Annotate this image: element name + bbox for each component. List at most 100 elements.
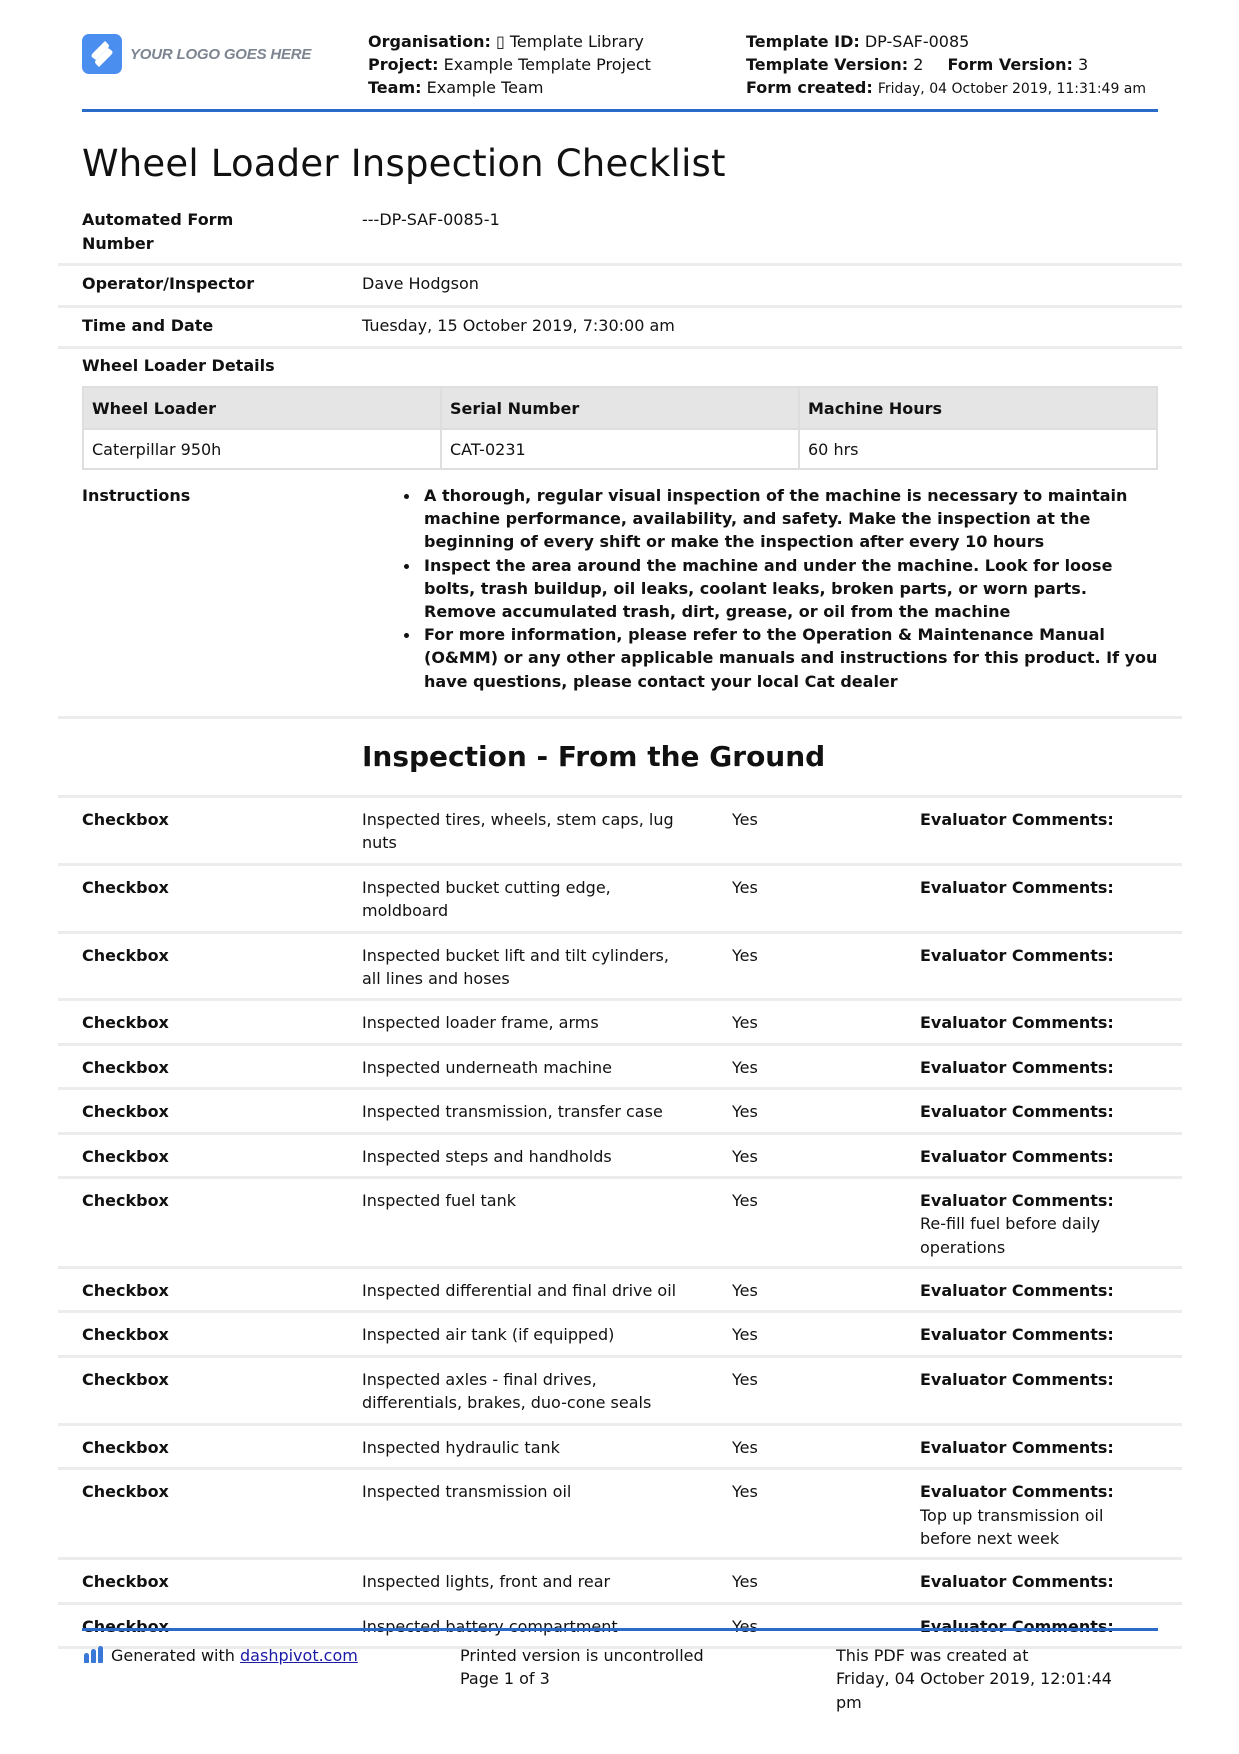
field-row-time-date: Time and Date Tuesday, 15 October 2019, …: [58, 308, 1182, 349]
checkbox-label[interactable]: Checkbox: [82, 944, 169, 967]
comments-label: Evaluator Comments:: [920, 877, 1114, 897]
comments-label: Evaluator Comments:: [920, 1057, 1114, 1077]
inspection-answer: Yes: [732, 877, 758, 897]
evaluator-comments: Evaluator Comments: Top up transmission o…: [920, 1480, 1140, 1550]
checkbox-label[interactable]: Checkbox: [82, 1570, 169, 1593]
comments-label: Evaluator Comments:: [920, 1616, 1114, 1636]
field-label: Time and Date: [82, 316, 214, 335]
comments-label: Evaluator Comments:: [920, 945, 1114, 965]
form-version-label: Form Version:: [947, 55, 1073, 74]
page-header: YOUR LOGO GOES HERE Organisation: ▯ Temp…: [82, 30, 1162, 112]
form-created-value: Friday, 04 October 2019, 11:31:49 am: [877, 81, 1147, 97]
inspection-row: Checkbox Inspected axles - final drives, …: [58, 1358, 1182, 1426]
pdf-created-value: Friday, 04 October 2019, 12:01:44 pm: [836, 1669, 1112, 1712]
checkbox-label[interactable]: Checkbox: [82, 1279, 169, 1302]
field-label: Operator/Inspector: [82, 274, 255, 293]
inspection-items-list: Checkbox Inspected tires, wheels, stem ca…: [58, 798, 1182, 1649]
inspection-answer: Yes: [732, 1572, 758, 1592]
evaluator-comments: Evaluator Comments:: [920, 1436, 1140, 1459]
column-header: Wheel Loader: [82, 386, 442, 430]
inspection-answer: Yes: [732, 945, 758, 965]
inspection-row: Checkbox Inspected tires, wheels, stem ca…: [58, 798, 1182, 866]
template-id-label: Template ID:: [746, 32, 860, 51]
comments-label: Evaluator Comments:: [920, 810, 1114, 829]
evaluator-comments: Evaluator Comments:: [920, 808, 1140, 831]
checkbox-label[interactable]: Checkbox: [82, 1368, 169, 1391]
evaluator-comments: Evaluator Comments:: [920, 1145, 1140, 1168]
checkbox-label[interactable]: Checkbox: [82, 1480, 169, 1503]
inspection-answer: Yes: [732, 1102, 758, 1122]
footer-page-info: Printed version is uncontrolled Page 1 o…: [460, 1644, 704, 1691]
inspection-description: Inspected differential and final drive o…: [362, 1281, 677, 1301]
evaluator-comments: Evaluator Comments:: [920, 1011, 1140, 1034]
generated-prefix: Generated with: [111, 1646, 235, 1665]
evaluator-comments: Evaluator Comments:: [920, 1323, 1140, 1346]
comment-text: Re-fill fuel before daily operations: [920, 1214, 1101, 1257]
instruction-item: Inspect the area around the machine and …: [404, 554, 1164, 624]
inspection-answer: Yes: [732, 1191, 758, 1211]
inspection-row: Checkbox Inspected bucket lift and tilt c…: [58, 934, 1182, 1002]
inspection-answer: Yes: [732, 1369, 758, 1389]
project-label: Project:: [368, 55, 439, 74]
checkbox-label[interactable]: Checkbox: [82, 808, 169, 831]
table-cell: Caterpillar 950h: [82, 428, 442, 470]
checkbox-label[interactable]: Checkbox: [82, 1436, 169, 1459]
inspection-description: Inspected transmission, transfer case: [362, 1102, 663, 1122]
inspection-description: Inspected bucket lift and tilt cylinders…: [362, 945, 669, 989]
divider: [58, 716, 1182, 719]
template-version-label: Template Version:: [746, 55, 909, 74]
page-title: Wheel Loader Inspection Checklist: [82, 142, 726, 185]
checkbox-label[interactable]: Checkbox: [82, 1323, 169, 1346]
inspection-row: Checkbox Inspected loader frame, arms Yes E…: [58, 1001, 1182, 1046]
team-label: Team:: [368, 78, 422, 97]
logo-text: YOUR LOGO GOES HERE: [130, 45, 312, 63]
comments-label: Evaluator Comments:: [920, 1191, 1114, 1211]
comment-text: Top up transmission oil before next week: [920, 1505, 1104, 1548]
header-divider: [82, 109, 1158, 112]
inspection-description: Inspected bucket cutting edge, moldboard: [362, 877, 611, 921]
checkbox-label[interactable]: Checkbox: [82, 1145, 169, 1168]
page-number: Page 1 of 3: [460, 1669, 550, 1689]
inspection-description: Inspected loader frame, arms: [362, 1013, 599, 1033]
instructions-list: A thorough, regular visual inspection of…: [404, 484, 1164, 693]
team-value: Example Team: [426, 78, 544, 97]
comments-label: Evaluator Comments:: [920, 1437, 1114, 1457]
inspection-row: Checkbox Inspected transmission oil Yes Eva…: [58, 1470, 1182, 1561]
inspection-description: Inspected lights, front and rear: [362, 1572, 611, 1592]
field-label: Automated Form Number: [82, 210, 234, 253]
comments-label: Evaluator Comments:: [920, 1572, 1114, 1592]
inspection-row: Checkbox Inspected battery compartment Yes…: [58, 1605, 1182, 1649]
footer-created: This PDF was created at Friday, 04 Octob…: [836, 1644, 1136, 1714]
form-version-value: 3: [1077, 55, 1089, 74]
wheel-loader-details-table: Wheel Loader Serial Number Machine Hours…: [82, 386, 1158, 470]
inspection-answer: Yes: [732, 1616, 758, 1636]
checkbox-label[interactable]: Checkbox: [82, 1615, 169, 1638]
inspection-description: Inspected axles - final drives, differen…: [362, 1369, 652, 1413]
inspection-answer: Yes: [732, 1013, 758, 1033]
checkbox-label[interactable]: Checkbox: [82, 1056, 169, 1079]
header-template-info: Template ID: DP-SAF-0085 Template Versio…: [746, 30, 1146, 101]
dashpivot-bars-icon: [84, 1646, 103, 1663]
instruction-item: For more information, please refer to th…: [404, 623, 1164, 693]
checkbox-label[interactable]: Checkbox: [82, 1100, 169, 1123]
inspection-answer: Yes: [732, 1146, 758, 1166]
checkbox-label[interactable]: Checkbox: [82, 876, 169, 899]
inspection-answer: Yes: [732, 1482, 758, 1502]
evaluator-comments: Evaluator Comments:: [920, 1100, 1140, 1123]
comments-label: Evaluator Comments:: [920, 1281, 1114, 1301]
evaluator-comments: Evaluator Comments:: [920, 1279, 1140, 1302]
checkbox-label[interactable]: Checkbox: [82, 1011, 169, 1034]
inspection-row: Checkbox Inspected fuel tank Yes Evaluator …: [58, 1179, 1182, 1270]
instruction-item: A thorough, regular visual inspection of…: [404, 484, 1164, 554]
template-id-value: DP-SAF-0085: [864, 32, 970, 51]
evaluator-comments: Evaluator Comments: Re-fill fuel before d…: [920, 1189, 1140, 1259]
comments-label: Evaluator Comments:: [920, 1325, 1114, 1345]
project-value: Example Template Project: [443, 55, 651, 74]
inspection-row: Checkbox Inspected steps and handholds Yes…: [58, 1135, 1182, 1180]
footer-generated: Generated with dashpivot.com: [84, 1644, 358, 1667]
inspection-answer: Yes: [732, 1437, 758, 1457]
evaluator-comments: Evaluator Comments:: [920, 1368, 1140, 1391]
comments-label: Evaluator Comments:: [920, 1013, 1114, 1033]
dashpivot-link[interactable]: dashpivot.com: [240, 1646, 358, 1665]
checkbox-label[interactable]: Checkbox: [82, 1189, 169, 1212]
